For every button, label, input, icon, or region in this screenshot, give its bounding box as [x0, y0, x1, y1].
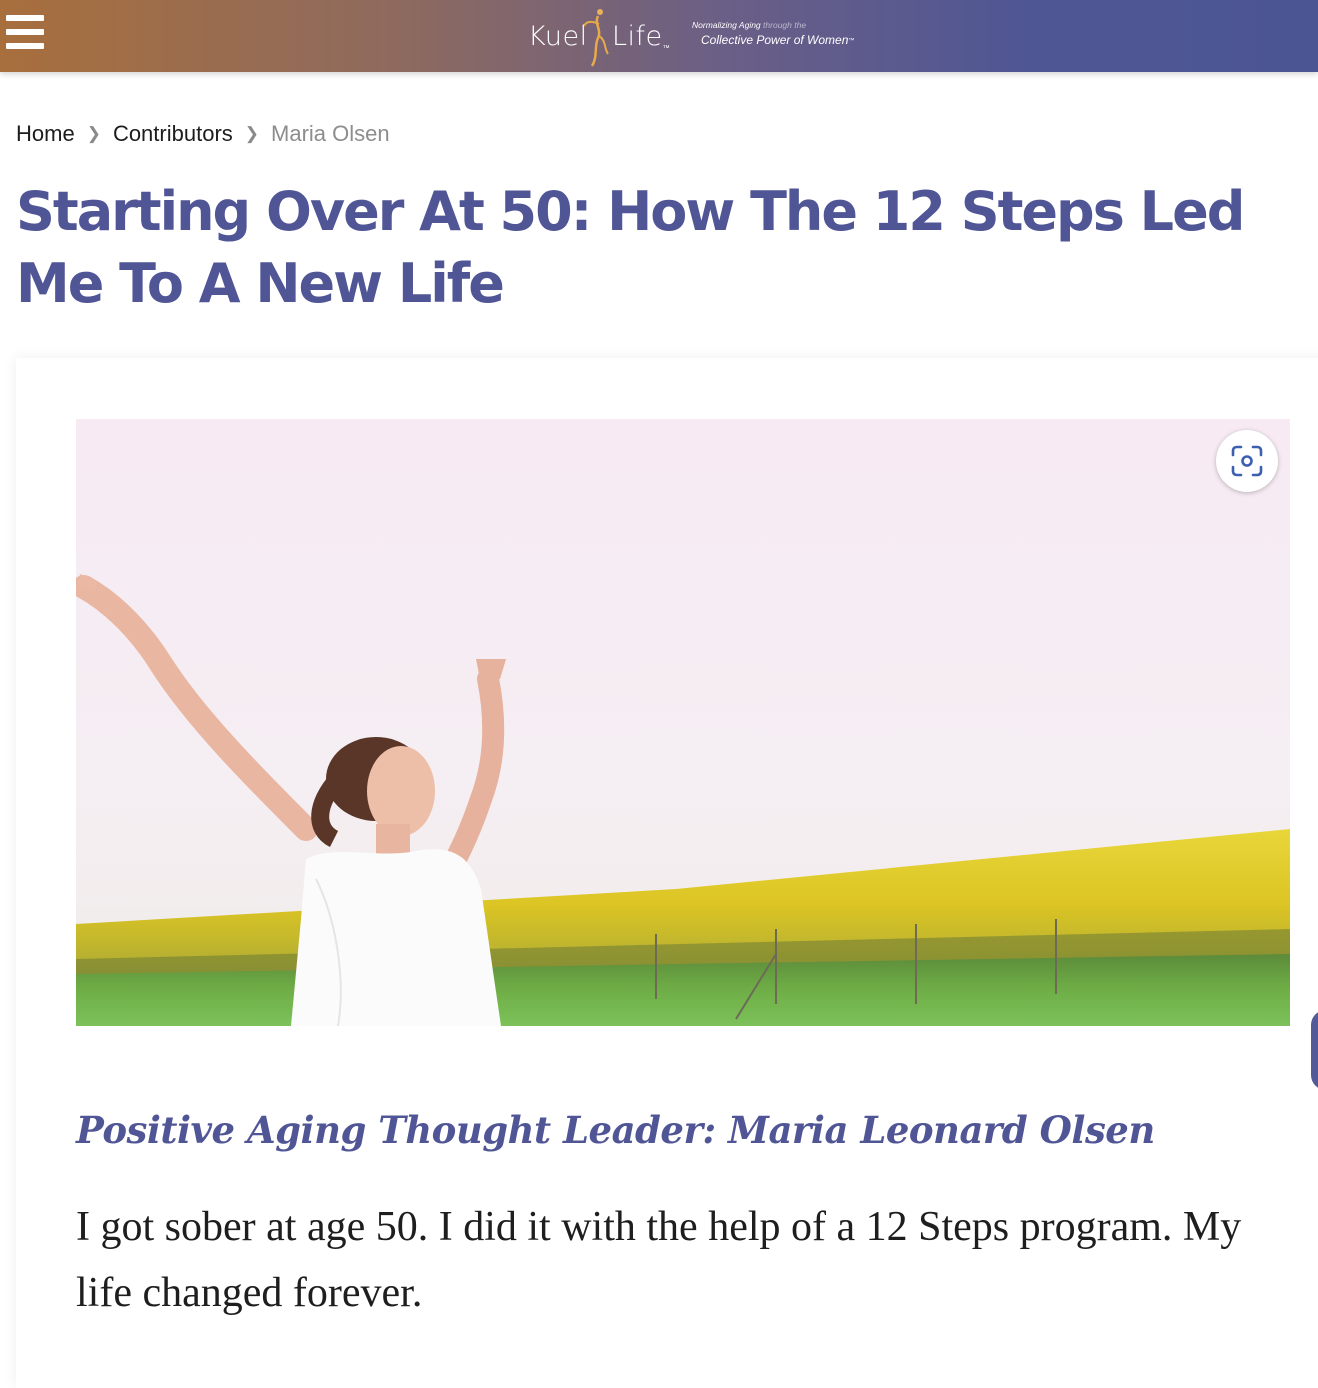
side-floating-tab[interactable] [1311, 1010, 1318, 1090]
site-header: Kuel Life™ Normalizing Aging through the… [0, 0, 1318, 72]
visual-search-button[interactable] [1216, 430, 1278, 492]
site-logo[interactable]: Kuel Life™ Normalizing Aging through the… [528, 6, 858, 68]
article-intro: I got sober at age 50. I did it with the… [76, 1204, 1242, 1316]
lens-search-icon [1231, 445, 1263, 477]
chevron-right-icon: ❯ [244, 124, 260, 143]
breadcrumb-current: Maria Olsen [271, 121, 390, 146]
author-byline: Positive Aging Thought Leader: Maria Leo… [76, 1108, 1155, 1152]
chevron-right-icon: ❯ [86, 124, 101, 143]
logo-text-kuel: Kuel [528, 21, 588, 52]
logo-text-life: Life™ [612, 21, 671, 52]
breadcrumb-home-link[interactable]: Home [16, 121, 75, 147]
breadcrumb: Home ❯ Contributors ❯ Maria Olsen [16, 121, 390, 147]
page-title: Starting Over At 50: How The 12 Steps Le… [16, 180, 1245, 315]
hamburger-menu-icon[interactable] [6, 15, 44, 49]
hero-image[interactable] [76, 419, 1290, 1026]
logo-tagline: Normalizing Aging through the Collective… [692, 20, 855, 47]
breadcrumb-contributors-link[interactable]: Contributors [113, 121, 233, 147]
hero-photo [76, 419, 1290, 1026]
